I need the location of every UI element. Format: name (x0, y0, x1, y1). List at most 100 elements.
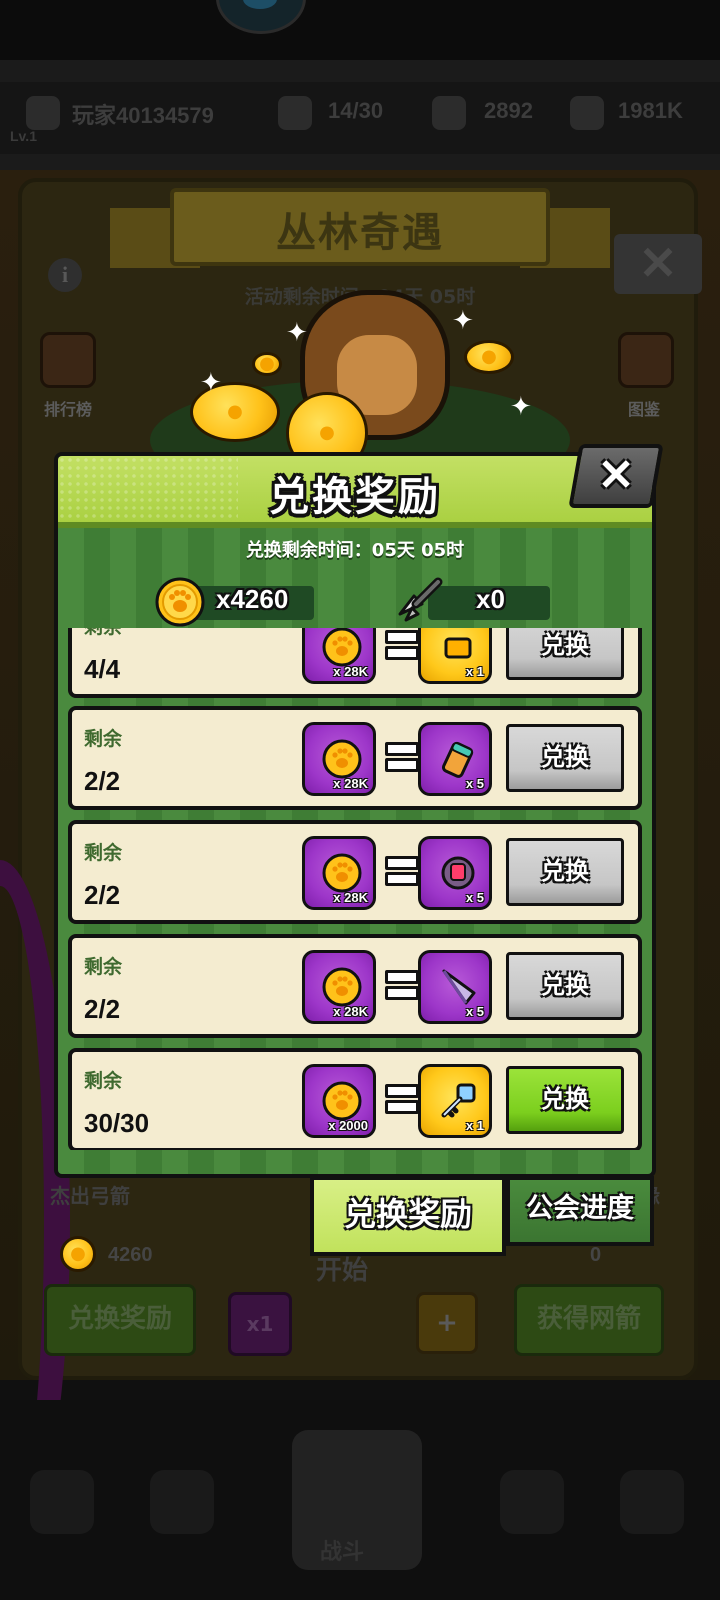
remain-label: 剩余 (84, 956, 123, 978)
tab-exchange-reward[interactable]: 兑换奖励 (310, 1176, 506, 1256)
bg-arrow-count: 0 (590, 1244, 602, 1266)
dialog-header: 兑换奖励 (58, 456, 652, 528)
remain-label: 剩余 (84, 628, 122, 639)
exchange-button[interactable]: 兑换 (506, 952, 624, 1020)
paw-coin-icon (322, 967, 362, 1007)
equals-icon (385, 742, 419, 772)
remain-count: 4/4 (84, 654, 121, 684)
exchange-row: 剩余 30/30 x 2000 x 1 兑换 (68, 1048, 642, 1150)
nav-battle-label: 战斗 (320, 1540, 365, 1565)
reward-item[interactable]: x 5 (418, 836, 492, 910)
cost-quantity: x 28K (333, 664, 368, 679)
gem-orb-icon (441, 856, 475, 890)
equals-icon (385, 856, 419, 886)
player-avatar-icon[interactable] (26, 96, 60, 130)
reward-item[interactable]: x 1 (418, 1064, 492, 1138)
reward-item[interactable]: x 5 (418, 722, 492, 796)
nav-item-talent[interactable] (500, 1470, 564, 1534)
arrow-balance: x0 (476, 584, 505, 614)
paw-coin-icon (322, 739, 362, 779)
key-icon (441, 1083, 476, 1118)
reward-quantity: x 5 (465, 776, 484, 791)
paw-coin-icon (322, 628, 362, 667)
game-screen: 玩家40134579 Lv.1 14/30 2892 1981K 丛林奇遇 i … (0, 0, 720, 1600)
arrow-icon (398, 577, 443, 622)
bg-coin-count: 4260 (108, 1244, 153, 1266)
remain-count: 2/2 (84, 880, 121, 910)
exchange-timer: 兑换剩余时间：05天 05时 (245, 540, 465, 561)
close-button[interactable]: ✕ (568, 444, 664, 508)
exchange-row: 剩余 4/4 x 28K x 1 兑换 (68, 628, 642, 698)
exchange-row: 剩余 2/2 x 28K x 5 兑换 (68, 934, 642, 1038)
nav-item-hero[interactable] (150, 1470, 214, 1534)
paw-coin-icon (155, 577, 205, 627)
stamina-icon (278, 96, 312, 130)
paw-coin-icon (322, 1081, 362, 1121)
left-caption: 杰出弓箭 (50, 1184, 130, 1208)
collection-button[interactable] (618, 332, 674, 388)
exchange-list[interactable]: 剩余 4/4 x 28K x 1 兑换 剩余 2/2 x 28K x 5 兑换 … (68, 628, 642, 1150)
reward-quantity: x 5 (465, 890, 484, 905)
cost-quantity: x 28K (333, 1004, 368, 1019)
sparkle-icon: ✦ (452, 306, 474, 336)
close-icon[interactable]: ✕ (578, 448, 654, 504)
coin-balance: x4260 (216, 584, 289, 614)
cost-item: x 28K (302, 722, 376, 796)
exchange-button[interactable]: 兑换 (506, 838, 624, 906)
paw-coin-icon (322, 853, 362, 893)
remain-count: 2/2 (84, 766, 121, 796)
bg-exchange-button[interactable]: 兑换奖励 (44, 1284, 196, 1356)
player-level: Lv.1 (10, 128, 37, 144)
reward-quantity: x 5 (465, 1004, 484, 1019)
reward-quantity: x 1 (465, 1118, 484, 1133)
remain-label: 剩余 (84, 842, 123, 864)
exchange-button[interactable]: 兑换 (506, 724, 624, 792)
cost-item: x 28K (302, 950, 376, 1024)
dialog-title: 兑换奖励 (269, 474, 441, 520)
cost-quantity: x 28K (333, 776, 368, 791)
remain-count: 30/30 (84, 1108, 150, 1138)
plus-button[interactable]: + (416, 1292, 478, 1354)
multiplier-button[interactable]: x1 (228, 1292, 292, 1356)
remain-count: 2/2 (84, 994, 121, 1024)
exchange-button[interactable]: 兑换 (506, 1066, 624, 1134)
gold-icon (570, 96, 604, 130)
reward-item[interactable]: x 5 (418, 950, 492, 1024)
sparkle-icon: ✦ (510, 392, 532, 422)
gold-value: 1981K (618, 98, 683, 123)
nav-item-settings[interactable] (620, 1470, 684, 1534)
exchange-row: 剩余 2/2 x 28K x 5 兑换 (68, 820, 642, 924)
reward-quantity: x 1 (465, 664, 484, 679)
crystal-shard-icon (442, 969, 476, 1005)
exchange-button[interactable]: 兑换 (506, 628, 624, 680)
gem-icon (432, 96, 466, 130)
stamina-value: 14/30 (328, 98, 384, 123)
sparkle-icon: ✦ (200, 368, 222, 398)
leaderboard-label: 排行榜 (44, 400, 93, 419)
cost-item: x 2000 (302, 1064, 376, 1138)
gold-item-icon (444, 637, 472, 659)
cost-quantity: x 28K (333, 890, 368, 905)
bg-get-arrow-button[interactable]: 获得网箭 (514, 1284, 664, 1356)
bg-coin-icon (60, 1236, 96, 1272)
flying-coin-icon (252, 352, 282, 376)
nav-item-shop[interactable] (30, 1470, 94, 1534)
leaderboard-button[interactable] (40, 332, 96, 388)
exchange-reward-dialog: 兑换奖励 ✕ 兑换剩余时间：05天 05时 x4260 x0 4/4 x 28K… (54, 444, 664, 1256)
equals-icon (385, 970, 419, 1000)
collection-label: 图鉴 (628, 400, 661, 419)
sparkle-icon: ✦ (286, 318, 308, 348)
equals-icon (385, 1084, 419, 1114)
player-name: 玩家40134579 (72, 103, 214, 128)
tab-guild-progress[interactable]: 公会进度 (506, 1176, 654, 1246)
flying-coin-icon (464, 340, 514, 374)
event-title: 丛林奇遇 (276, 210, 444, 256)
cost-item: x 28K (302, 836, 376, 910)
remain-label: 剩余 (84, 1070, 123, 1092)
equals-icon (385, 630, 419, 660)
scroll-icon (441, 741, 474, 778)
gem-value: 2892 (484, 98, 533, 123)
reward-item[interactable]: x 1 (418, 628, 492, 684)
dialog-body: 兑换剩余时间：05天 05时 x4260 x0 剩余 4/4 (58, 528, 652, 1174)
cost-item: x 28K (302, 628, 376, 684)
